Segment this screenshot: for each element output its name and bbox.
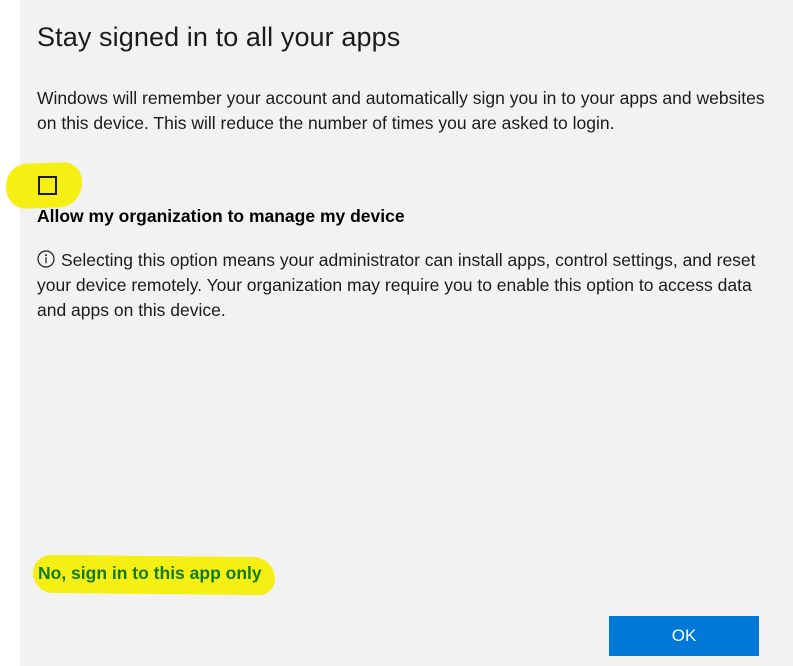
dialog-description: Windows will remember your account and a… [37, 88, 765, 133]
manage-device-label: Allow my organization to manage my devic… [37, 206, 405, 226]
info-message: Selecting this option means your adminis… [37, 248, 777, 323]
info-circle-icon [37, 250, 55, 268]
dialog-title: Stay signed in to all your apps [37, 22, 401, 52]
manage-device-checkbox[interactable] [38, 176, 57, 195]
sign-in-dialog: Stay signed in to all your apps Windows … [5, 0, 793, 666]
sign-in-this-app-only-link[interactable]: No, sign in to this app only [38, 563, 262, 584]
info-text: Selecting this option means your adminis… [37, 250, 756, 320]
ok-button[interactable]: OK [609, 616, 759, 656]
